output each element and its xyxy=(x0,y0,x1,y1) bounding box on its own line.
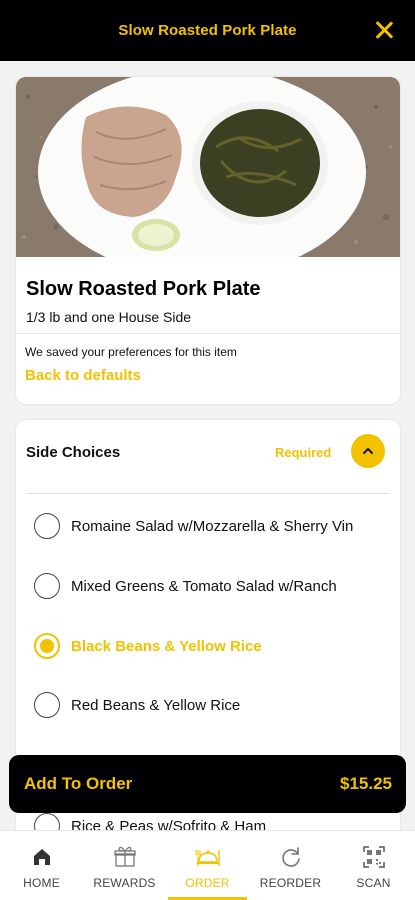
item-title: Slow Roasted Pork Plate xyxy=(26,278,261,300)
tab-label: REORDER xyxy=(259,876,322,890)
side-option-black-beans[interactable]: Black Beans & Yellow Rice xyxy=(34,633,262,659)
tab-label: ORDER xyxy=(185,876,230,890)
radio-button[interactable] xyxy=(34,692,60,718)
side-option-label: Romaine Salad w/Mozzarella & Sherry Vin xyxy=(71,517,354,535)
tab-reorder[interactable]: REORDER xyxy=(249,831,332,900)
tab-label: REWARDS xyxy=(93,876,156,890)
tab-scan[interactable]: SCAN xyxy=(332,831,415,900)
order-price: $15.25 xyxy=(340,774,392,793)
add-to-order-button[interactable]: Add To Order $15.25 xyxy=(9,755,406,813)
add-to-order-label: Add To Order xyxy=(24,774,133,793)
tab-label: HOME xyxy=(23,876,60,890)
side-option-label: Mixed Greens & Tomato Salad w/Ranch xyxy=(71,577,337,595)
tab-rewards[interactable]: REWARDS xyxy=(83,831,166,900)
divider xyxy=(16,333,400,334)
collapse-button[interactable] xyxy=(351,434,385,468)
gift-icon xyxy=(113,846,136,867)
header-bar: Slow Roasted Pork Plate xyxy=(0,0,415,61)
divider xyxy=(26,493,390,494)
radio-button[interactable] xyxy=(34,513,60,539)
item-card: Slow Roasted Pork Plate 1/3 lb and one H… xyxy=(16,77,400,404)
item-photo xyxy=(16,77,400,257)
radio-button-selected[interactable] xyxy=(34,633,60,659)
tab-label: SCAN xyxy=(356,876,391,890)
tab-order[interactable]: ORDER xyxy=(166,831,249,900)
header-title: Slow Roasted Pork Plate xyxy=(118,22,297,39)
item-description: 1/3 lb and one House Side xyxy=(26,309,192,325)
close-icon[interactable] xyxy=(371,17,397,43)
side-option-red-beans[interactable]: Red Beans & Yellow Rice xyxy=(34,692,240,718)
side-option-romaine-salad[interactable]: Romaine Salad w/Mozzarella & Sherry Vin xyxy=(34,513,353,539)
side-option-label: Red Beans & Yellow Rice xyxy=(71,696,241,714)
radio-button[interactable] xyxy=(34,573,60,599)
side-option-label: Black Beans & Yellow Rice xyxy=(71,637,262,655)
side-choices-heading: Side Choices xyxy=(26,444,121,461)
home-icon xyxy=(33,849,50,865)
dish-icon xyxy=(194,850,220,866)
side-option-mixed-greens[interactable]: Mixed Greens & Tomato Salad w/Ranch xyxy=(34,573,337,599)
back-to-defaults-link[interactable]: Back to defaults xyxy=(25,367,141,384)
chevron-up-icon xyxy=(363,448,373,454)
refresh-icon xyxy=(281,847,300,867)
bottom-tab-bar: HOME REWARDS ORDER REORDER SCAN xyxy=(0,830,415,900)
required-badge: Required xyxy=(275,445,332,460)
qr-scan-icon xyxy=(362,846,385,868)
tab-home[interactable]: HOME xyxy=(0,831,83,900)
preferences-note: We saved your preferences for this item xyxy=(25,345,237,359)
